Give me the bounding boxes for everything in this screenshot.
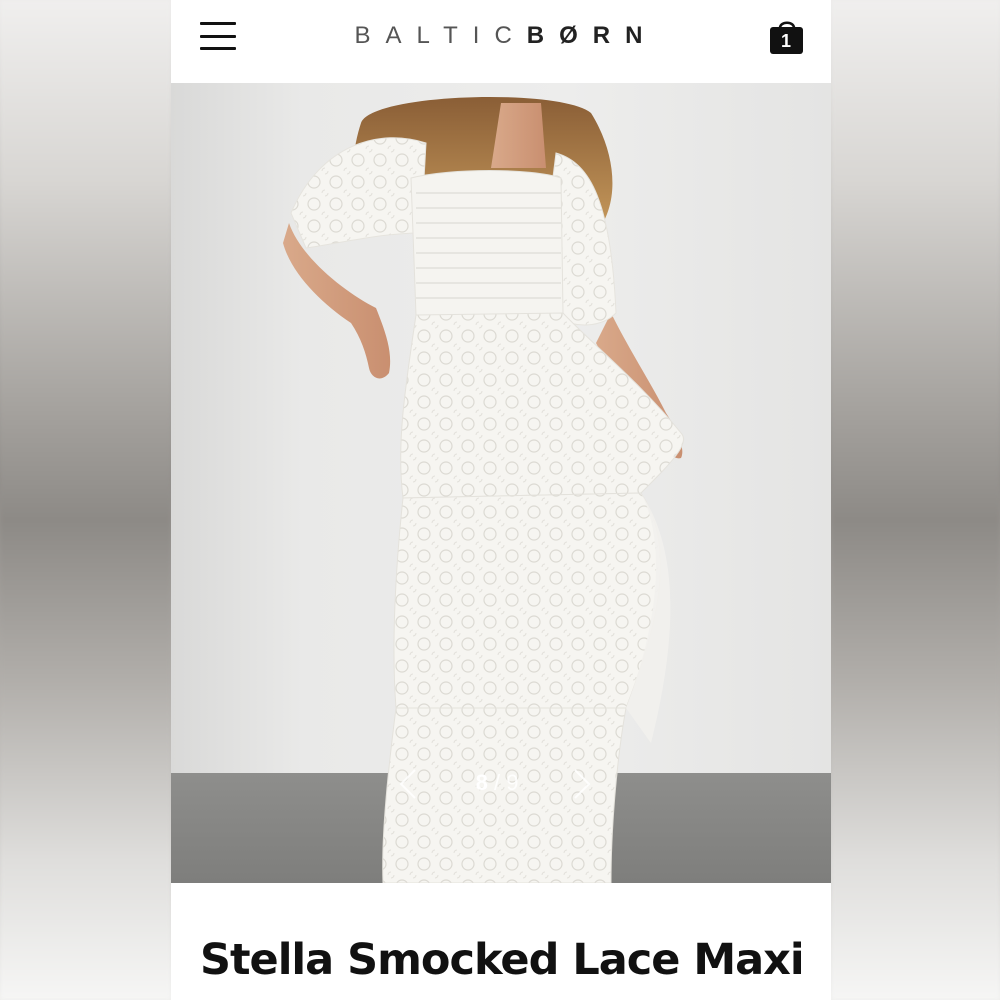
carousel-total: 9: [506, 770, 519, 795]
background-blur-left: [0, 0, 171, 1000]
product-image-carousel[interactable]: 8 / 9: [171, 83, 831, 883]
logo-text-dark: BØRN: [526, 22, 658, 49]
logo-text-light: BALTIC: [354, 22, 527, 49]
hamburger-menu-icon[interactable]: [200, 22, 236, 50]
mobile-product-page: BALTICBØRN 1 8 / 9 Stella Smocked Lace M…: [171, 0, 831, 1000]
product-title: Stella Smocked Lace Maxi: [200, 935, 805, 985]
carousel-separator: /: [493, 770, 501, 795]
background-blur-right: [831, 0, 1000, 1000]
site-header: BALTICBØRN 1: [171, 0, 831, 83]
cart-button[interactable]: 1: [769, 18, 805, 56]
cart-count-badge: 1: [780, 31, 791, 51]
brand-logo[interactable]: BALTICBØRN: [321, 20, 691, 52]
carousel-current: 8: [475, 770, 488, 795]
chevron-right-icon[interactable]: [567, 766, 597, 802]
